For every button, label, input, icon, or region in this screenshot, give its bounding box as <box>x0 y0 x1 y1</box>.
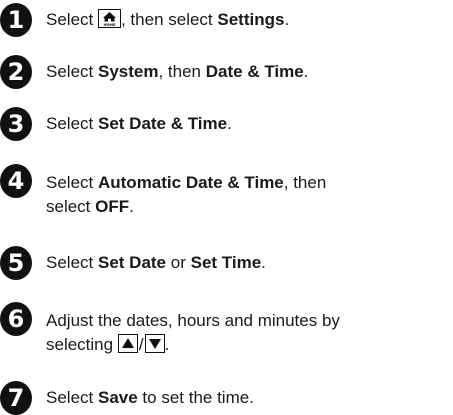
instruction-text: , then <box>283 173 327 192</box>
instruction-text: , then select <box>120 10 213 29</box>
instruction-text: Adjust the dates, hours and minutes by <box>46 311 340 330</box>
home-icon-label: HOME <box>103 23 116 27</box>
slash: / <box>138 335 144 354</box>
automatic-date-time-label: Automatic Date & Time <box>97 173 284 192</box>
instruction-text: Select <box>46 114 94 133</box>
up-arrow-icon <box>117 334 138 353</box>
save-label: Save <box>97 388 138 407</box>
instruction-text: Select <box>46 62 94 81</box>
step-text: Select System, then Date & Time. <box>46 60 346 84</box>
step-text: Select Save to set the time. <box>46 386 346 410</box>
period: . <box>284 10 290 29</box>
step-number-badge: 7 <box>0 381 32 415</box>
step-number-badge: 3 <box>0 107 32 141</box>
step-number-badge: 5 <box>0 246 32 280</box>
instruction-text: Select <box>46 10 94 29</box>
date-time-label: Date & Time <box>205 62 304 81</box>
instruction-text: select <box>46 197 91 216</box>
instruction-text: or <box>170 253 186 272</box>
down-arrow-icon <box>144 334 165 353</box>
home-icon: HOME <box>97 9 121 28</box>
instruction-text: to set the time <box>142 388 250 407</box>
system-label: System <box>97 62 159 81</box>
instruction-text: , then <box>158 62 202 81</box>
step-text: Select HOME , then select Settings. <box>46 8 346 32</box>
settings-label: Settings <box>217 10 285 29</box>
period: . <box>249 388 254 407</box>
step-number-badge: 2 <box>0 55 32 89</box>
instruction-text: selecting <box>46 335 114 354</box>
period: . <box>261 253 266 272</box>
period: . <box>227 114 232 133</box>
step-text: Select Set Date & Time. <box>46 112 346 136</box>
set-time-label: Set Time <box>190 253 262 272</box>
step-number-badge: 4 <box>0 164 32 198</box>
period: . <box>164 335 170 354</box>
step-number-badge: 6 <box>0 302 32 336</box>
set-date-time-label: Set Date & Time <box>97 114 228 133</box>
period: . <box>129 197 134 216</box>
step-text: Adjust the dates, hours and minutes by s… <box>46 309 346 357</box>
step-text: Select Set Date or Set Time. <box>46 251 346 275</box>
period: . <box>303 62 309 81</box>
instruction-text: Select <box>46 173 94 192</box>
step-text: Select Automatic Date & Time, then selec… <box>46 171 346 219</box>
instruction-text: Select <box>46 253 94 272</box>
step-number-badge: 1 <box>0 3 32 37</box>
set-date-label: Set Date <box>97 253 167 272</box>
off-label: OFF <box>95 197 130 216</box>
instruction-text: Select <box>46 388 94 407</box>
